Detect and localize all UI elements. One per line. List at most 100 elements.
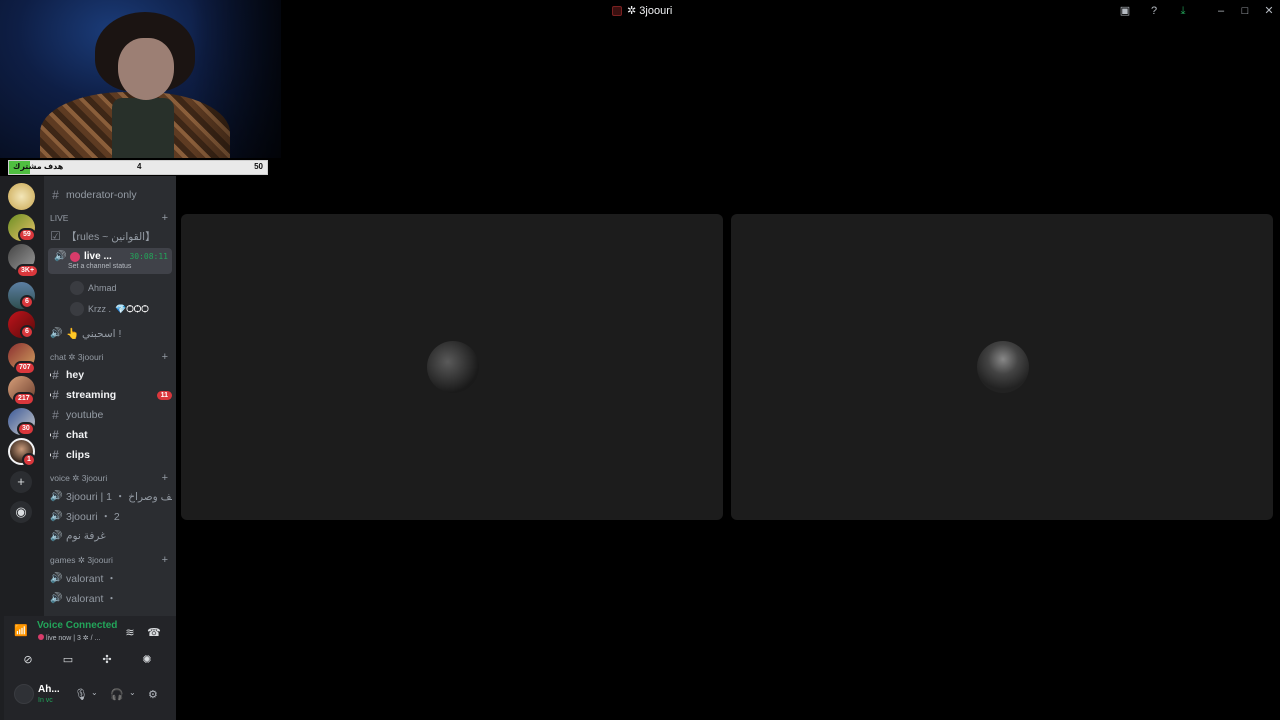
goal-label: هدف مشترك — [13, 162, 64, 171]
video-tile[interactable] — [181, 214, 723, 520]
hash-icon: # — [52, 428, 59, 442]
category-name: games ✲ 3joouri — [50, 554, 113, 565]
explore-icon[interactable]: ◉ — [10, 501, 32, 523]
unread-badge: 1 — [22, 453, 36, 467]
channel-rules[interactable]: ☑ 【rules ~ القوانين】 — [50, 227, 172, 245]
screen-share-icon[interactable]: ▭ — [58, 652, 78, 668]
add-channel-icon[interactable]: + — [162, 351, 168, 363]
unread-badge: 59 — [18, 228, 36, 242]
unread-badge: 707 — [14, 361, 36, 375]
current-user-name[interactable]: Ah... — [38, 684, 60, 695]
speaker-icon: 🔊 — [54, 251, 67, 262]
channel-name: chat — [66, 429, 88, 441]
category-live[interactable]: LIVE + — [50, 211, 172, 225]
microphone-icon[interactable]: 🎙 — [74, 688, 88, 701]
channel-name: valorant ・ — [66, 572, 117, 585]
avatar[interactable] — [14, 684, 34, 704]
avatar — [70, 302, 84, 316]
speaker-icon: 🔊 — [50, 592, 63, 604]
hash-icon: # — [52, 388, 59, 402]
channel-name: live ... — [84, 251, 112, 262]
window-title: ✲ 3joouri — [612, 4, 672, 17]
channel-youtube[interactable]: # youtube — [50, 406, 172, 424]
unread-badge: 6 — [20, 295, 34, 309]
live-indicator-icon — [70, 252, 80, 262]
mention-badge: 11 — [156, 390, 172, 400]
server-icon[interactable] — [8, 183, 35, 210]
add-channel-icon[interactable]: + — [162, 212, 168, 224]
voice-connected-label[interactable]: Voice Connected — [37, 620, 117, 631]
video-tile[interactable] — [731, 214, 1273, 520]
hash-icon: # — [52, 408, 59, 422]
channel-clips[interactable]: # clips — [50, 446, 172, 464]
webcam-overlay — [0, 0, 281, 158]
channel-streaming[interactable]: # streaming 11 — [50, 386, 172, 404]
download-icon[interactable]: ⤓ — [1176, 4, 1190, 18]
category-voice[interactable]: voice ✲ 3joouri + — [50, 471, 172, 485]
voice-channel[interactable]: 🔊 غرفة نوم — [50, 527, 172, 545]
add-server-icon[interactable]: + — [10, 471, 32, 493]
voice-channel[interactable]: 🔊 3joouri ・ 2 — [50, 507, 172, 525]
goal-target: 50 — [254, 162, 263, 171]
close-icon[interactable]: ✕ — [1262, 4, 1276, 18]
settings-gear-icon[interactable]: ⚙ — [148, 688, 158, 701]
signal-icon: 📶 — [14, 625, 28, 637]
soundboard-icon[interactable]: ✺ — [137, 652, 157, 668]
participant-avatar — [427, 341, 479, 393]
hash-icon: # — [52, 188, 59, 202]
channel-chat[interactable]: # chat — [50, 426, 172, 444]
avatar — [70, 281, 84, 295]
server-icon — [612, 5, 622, 16]
participant-avatar — [977, 341, 1029, 393]
activities-icon[interactable]: ✣ — [97, 652, 117, 668]
channel-name: 3joouri | 1 ・ سوالف وصراخ — [66, 490, 172, 503]
voice-user[interactable]: Krzz . 💎ѺѺѺ — [70, 300, 149, 318]
maximize-icon[interactable]: □ — [1238, 4, 1252, 18]
channel-live-voice[interactable]: 🔊 live ... 30:08:11 Set a channel status — [48, 248, 172, 274]
channel-name: clips — [66, 449, 90, 461]
add-channel-icon[interactable]: + — [162, 554, 168, 566]
disconnect-icon[interactable]: ☎ — [144, 625, 164, 641]
chevron-down-icon[interactable]: ⌄ — [91, 688, 98, 697]
headphones-icon[interactable]: 🎧 — [110, 688, 124, 701]
set-channel-status[interactable]: Set a channel status — [68, 263, 131, 270]
inbox-icon[interactable]: ▣ — [1118, 4, 1132, 18]
speaker-icon: 🔊 — [50, 327, 63, 339]
channel-name: غرفة نوم — [66, 530, 106, 542]
speaker-icon: 🔊 — [50, 490, 63, 502]
goal-progress-bar: هدف مشترك 4 50 — [8, 160, 268, 175]
category-name: LIVE — [50, 213, 69, 223]
hash-icon: # — [52, 368, 59, 382]
checkbox-icon: ☑ — [50, 229, 61, 243]
voice-channel[interactable]: 🔊 valorant ・ — [50, 569, 172, 587]
channel-name: youtube — [66, 409, 104, 421]
goal-current: 4 — [137, 162, 142, 171]
current-user-status: In vc — [38, 697, 53, 704]
camera-off-icon[interactable]: ⊘ — [18, 652, 38, 668]
chevron-down-icon[interactable]: ⌄ — [129, 688, 136, 697]
category-name: chat ✲ 3joouri — [50, 351, 104, 362]
channel-name: 👆 اسحبني ! — [66, 327, 122, 340]
channel-list: # moderator-only LIVE + ☑ 【rules ~ القوا… — [44, 176, 176, 616]
channel-moderator-only[interactable]: # moderator-only — [50, 186, 172, 204]
speaker-icon: 🔊 — [50, 510, 63, 522]
channel-name: hey — [66, 369, 85, 381]
category-chat[interactable]: chat ✲ 3joouri + — [50, 350, 172, 364]
unread-badge: 217 — [13, 392, 35, 406]
voice-channel[interactable]: 🔊 valorant ・ — [50, 589, 172, 607]
channel-hey[interactable]: # hey — [50, 366, 172, 384]
minimize-icon[interactable]: – — [1214, 4, 1228, 18]
channel-voice-drag[interactable]: 🔊 👆 اسحبني ! — [50, 324, 172, 342]
voice-channel-subtitle[interactable]: live now | 3 ✲ / ... — [38, 634, 100, 642]
window-title-text: ✲ 3joouri — [627, 5, 673, 17]
user-name: Krzz . — [88, 304, 112, 314]
hash-icon: # — [52, 448, 59, 462]
unread-badge: 30 — [17, 422, 35, 436]
help-icon[interactable]: ? — [1147, 4, 1161, 18]
category-games[interactable]: games ✲ 3joouri + — [50, 553, 172, 567]
add-channel-icon[interactable]: + — [162, 472, 168, 484]
noise-suppression-icon[interactable]: ≋ — [120, 625, 140, 641]
voice-user[interactable]: Ahmad — [70, 279, 117, 297]
speaker-icon: 🔊 — [50, 530, 63, 542]
voice-channel[interactable]: 🔊 3joouri | 1 ・ سوالف وصراخ — [50, 487, 172, 505]
